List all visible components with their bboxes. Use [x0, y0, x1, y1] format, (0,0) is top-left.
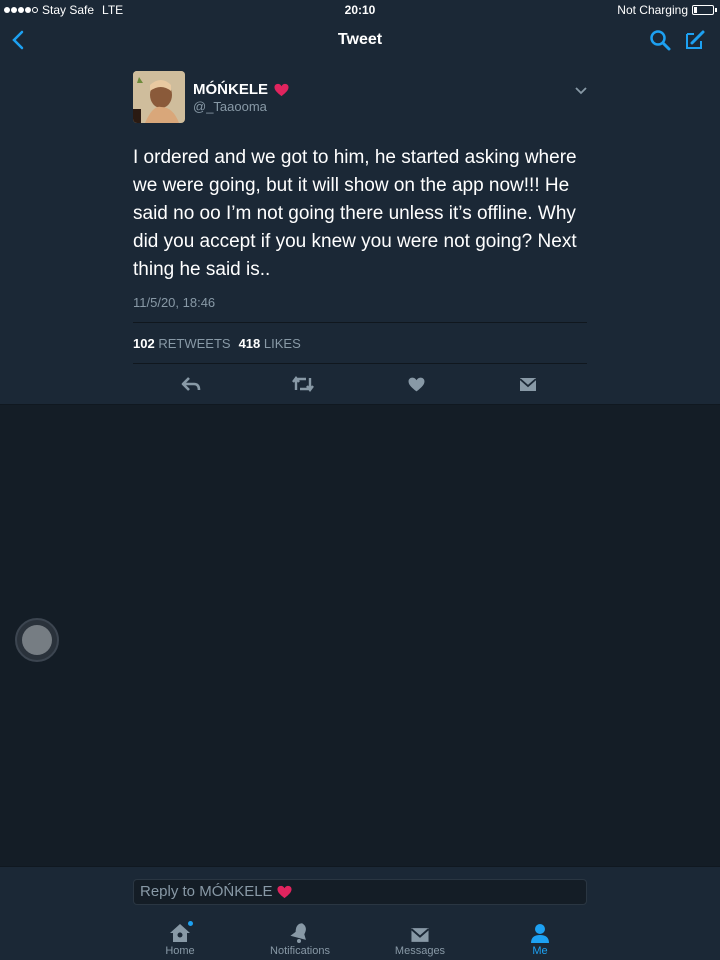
- tab-messages-label: Messages: [394, 945, 446, 957]
- heart-emoji-icon: [274, 83, 289, 96]
- tweet-stats: 102 RETWEETS 418 LIKES: [133, 336, 301, 351]
- tab-home-label: Home: [165, 945, 195, 957]
- navigation-bar: Tweet: [0, 20, 720, 60]
- home-icon: [170, 924, 190, 942]
- person-icon: [531, 924, 549, 943]
- compose-button[interactable]: [683, 28, 707, 52]
- author-name[interactable]: MÓŃKELE: [193, 81, 268, 98]
- compose-icon: [686, 30, 705, 49]
- envelope-icon: [410, 928, 430, 942]
- tweet-actions: [133, 372, 587, 396]
- status-time: 20:10: [344, 3, 376, 17]
- assistive-touch-inner: [22, 625, 52, 655]
- divider: [133, 363, 587, 364]
- reply-icon: [181, 377, 201, 391]
- tab-notifications-label: Notifications: [270, 945, 330, 957]
- home-notification-dot: [188, 921, 193, 926]
- author-row: MÓŃKELE: [193, 81, 289, 98]
- reply-placeholder: Reply to MÓŃKELE: [140, 883, 273, 900]
- heart-icon: [408, 377, 424, 391]
- tab-messages[interactable]: Messages: [375, 921, 465, 957]
- direct-message-button[interactable]: [516, 372, 540, 396]
- envelope-icon: [519, 377, 537, 391]
- retweets-label: RETWEETS: [158, 336, 231, 351]
- retweet-icon: [292, 376, 314, 392]
- tweet-timestamp: 11/5/20, 18:46: [133, 295, 216, 310]
- reply-button[interactable]: [179, 372, 203, 396]
- avatar-photo: [133, 71, 185, 123]
- tweet-detail: MÓŃKELE @_Taaooma I ordered and we got t…: [0, 60, 720, 405]
- status-right: Not Charging: [617, 3, 717, 17]
- bell-icon: [290, 923, 306, 943]
- divider: [133, 322, 587, 323]
- tab-messages-icon-wrap: [375, 921, 465, 943]
- status-bar: Stay Safe LTE 20:10 Not Charging: [0, 0, 720, 20]
- heart-emoji-icon: [277, 885, 292, 899]
- tab-notifications-icon-wrap: [255, 921, 345, 943]
- search-icon: [650, 30, 671, 51]
- search-button[interactable]: [648, 28, 672, 52]
- tweet-options-button[interactable]: [575, 82, 587, 100]
- likes-label: LIKES: [263, 336, 301, 351]
- tab-notifications[interactable]: Notifications: [255, 921, 345, 957]
- battery-icon: [692, 5, 717, 15]
- likes-count: 418: [238, 336, 261, 351]
- tab-me[interactable]: Me: [495, 921, 585, 957]
- retweet-button[interactable]: [291, 372, 315, 396]
- retweets-count: 102: [133, 336, 155, 351]
- tab-home[interactable]: Home: [135, 921, 225, 957]
- bottom-bar: Reply to MÓŃKELE Home Notifications Mess…: [0, 866, 720, 960]
- chevron-down-icon: [575, 87, 587, 95]
- tab-home-icon-wrap: [135, 921, 225, 943]
- charging-status: Not Charging: [617, 3, 688, 17]
- tab-me-icon-wrap: [495, 921, 585, 943]
- like-button[interactable]: [404, 372, 428, 396]
- reply-input[interactable]: Reply to MÓŃKELE: [133, 879, 587, 905]
- author-handle[interactable]: @_Taaooma: [193, 99, 267, 114]
- page-title: Tweet: [337, 31, 383, 48]
- assistive-touch-button[interactable]: [15, 618, 59, 662]
- tab-me-label: Me: [532, 945, 548, 957]
- likes-stat[interactable]: 418 LIKES: [239, 336, 301, 351]
- tweet-text: I ordered and we got to him, he started …: [133, 147, 577, 280]
- retweets-stat[interactable]: 102 RETWEETS: [133, 336, 231, 351]
- avatar[interactable]: [133, 71, 185, 123]
